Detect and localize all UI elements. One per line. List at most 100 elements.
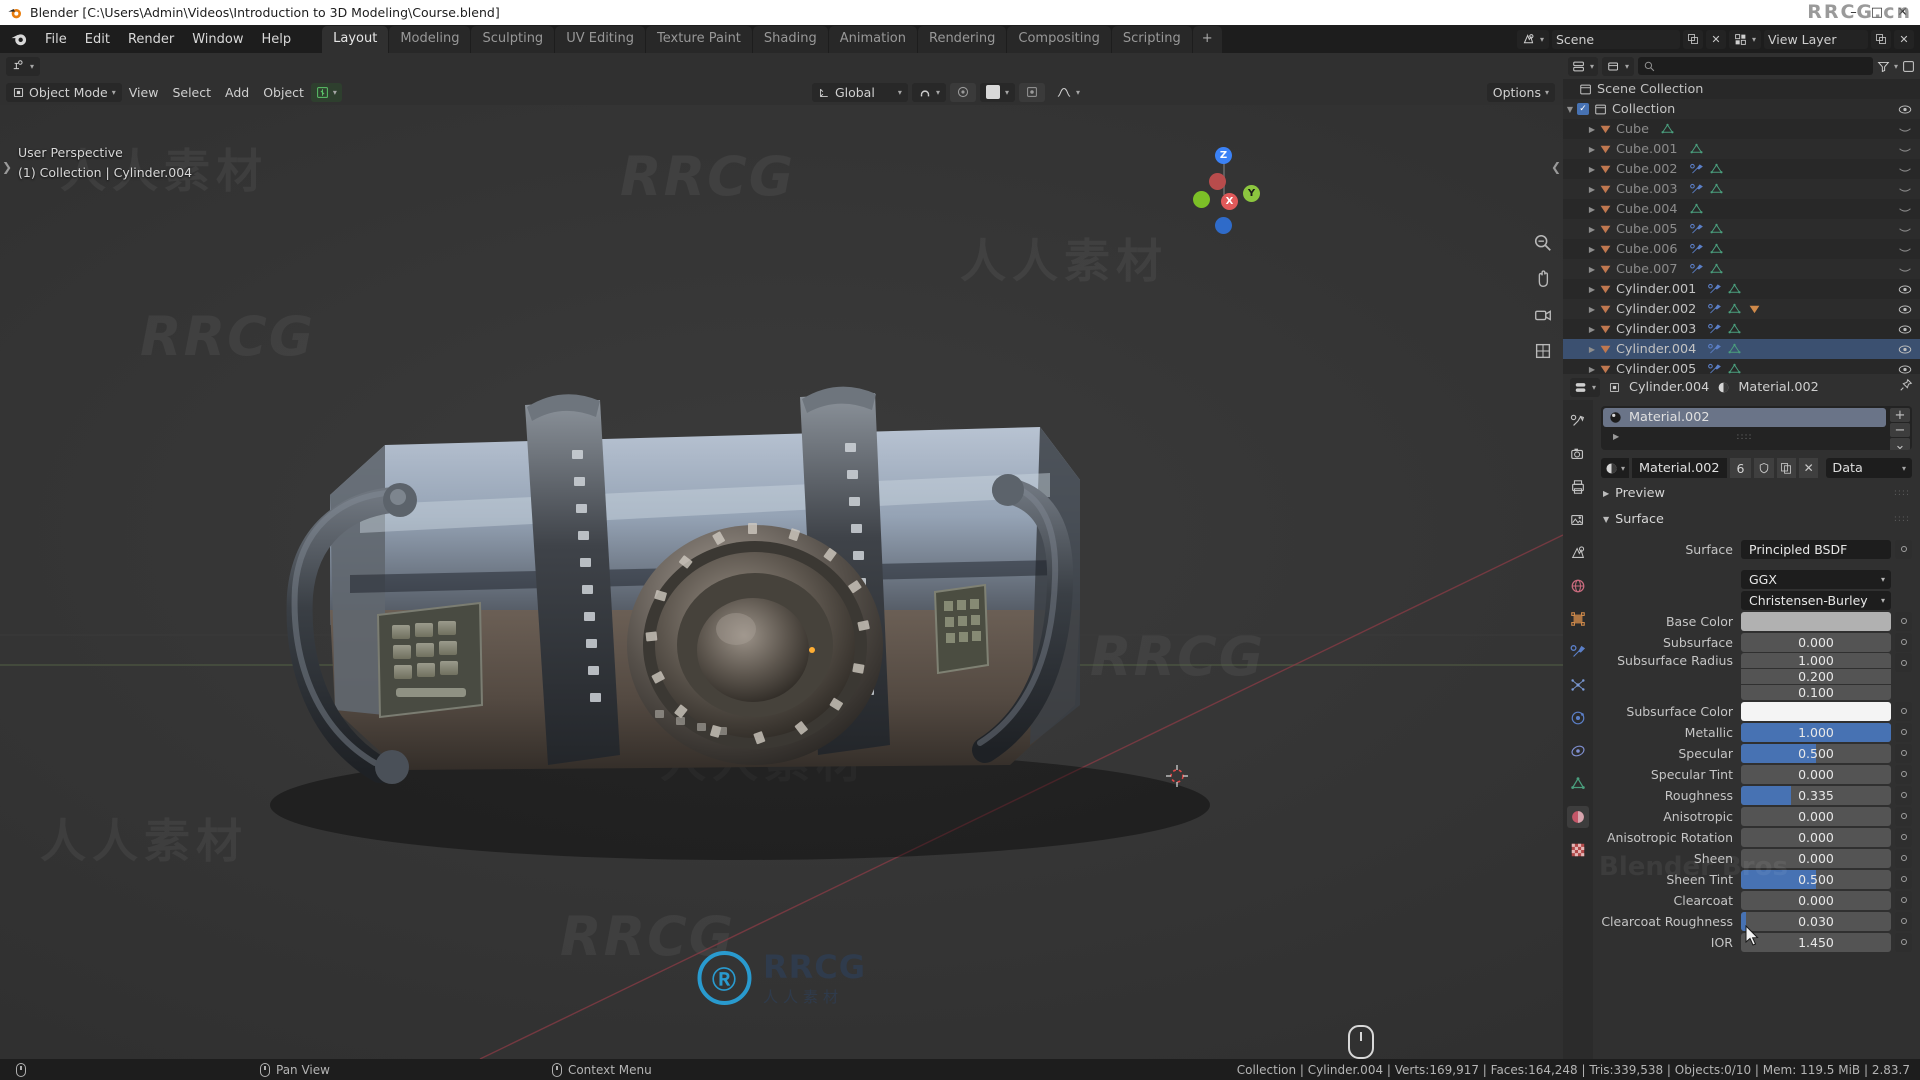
menu-window[interactable]: Window bbox=[183, 29, 252, 50]
transform-orientation-dropdown[interactable]: Global ▾ bbox=[811, 82, 908, 102]
material-link-dropdown[interactable]: Data ▾ bbox=[1826, 458, 1913, 478]
object-visibility-toggle[interactable] bbox=[1898, 224, 1912, 235]
disclosure-triangle-icon[interactable]: ▶ bbox=[1585, 185, 1599, 194]
disclosure-triangle-icon[interactable]: ▶ bbox=[1585, 125, 1599, 134]
property-socket-icon[interactable] bbox=[1895, 722, 1912, 742]
object-visibility-toggle[interactable] bbox=[1898, 284, 1912, 295]
outliner-row-object[interactable]: ▶ Cylinder.003 bbox=[1563, 319, 1920, 339]
property-value-field[interactable]: 0.100 bbox=[1741, 685, 1891, 700]
property-slider[interactable]: 0.000 bbox=[1741, 632, 1891, 652]
outliner-row-object[interactable]: ▶ Cube.004 bbox=[1563, 199, 1920, 219]
breadcrumb-material-label[interactable]: Material.002 bbox=[1738, 380, 1818, 395]
material-user-count[interactable]: 6 bbox=[1729, 458, 1752, 478]
outliner-row-object[interactable]: ▶ Cube.002 bbox=[1563, 159, 1920, 179]
properties-editor[interactable]: ▾ Cylinder.004 Material.002 Material.002… bbox=[1563, 374, 1920, 1059]
property-socket-icon[interactable] bbox=[1895, 701, 1912, 721]
subsurface-method-dropdown[interactable]: Christensen-Burley ▾ bbox=[1741, 590, 1891, 610]
property-slider[interactable]: 1.000 bbox=[1741, 722, 1891, 742]
filter-icon[interactable] bbox=[1877, 60, 1890, 73]
outliner-row-object[interactable]: ▶ Cylinder.004 bbox=[1563, 339, 1920, 359]
menu-edit[interactable]: Edit bbox=[76, 29, 119, 50]
disclosure-triangle-icon[interactable]: ▶ bbox=[1585, 245, 1599, 254]
material-slot-menu-button[interactable]: ⌄ bbox=[1890, 438, 1910, 450]
pin-icon[interactable] bbox=[1899, 378, 1913, 396]
tab-shading[interactable]: Shading bbox=[752, 26, 828, 53]
disclosure-triangle-icon[interactable]: ▶ bbox=[1613, 432, 1619, 441]
property-socket-icon[interactable] bbox=[1895, 785, 1912, 805]
disclosure-triangle-icon[interactable]: ▶ bbox=[1585, 205, 1599, 214]
disclosure-triangle-icon[interactable]: ▶ bbox=[1585, 365, 1599, 374]
tab-particles[interactable] bbox=[1567, 674, 1589, 696]
editor-type-selector[interactable]: ▾ bbox=[6, 56, 41, 76]
add-workspace-button[interactable]: + bbox=[1192, 26, 1222, 53]
object-visibility-toggle[interactable] bbox=[1898, 124, 1912, 135]
property-slider[interactable]: 0.030 bbox=[1741, 911, 1891, 931]
tab-world[interactable] bbox=[1567, 575, 1589, 597]
menu-file[interactable]: File bbox=[36, 29, 76, 50]
zoom-icon[interactable] bbox=[1530, 230, 1556, 256]
breadcrumb-object-label[interactable]: Cylinder.004 bbox=[1629, 380, 1709, 395]
tab-view-layer[interactable] bbox=[1567, 509, 1589, 531]
tab-output[interactable] bbox=[1567, 476, 1589, 498]
outliner-row-object[interactable]: ▶ Cube.005 bbox=[1563, 219, 1920, 239]
tab-modifiers[interactable] bbox=[1567, 641, 1589, 663]
disclosure-triangle-icon[interactable]: ▶ bbox=[1585, 325, 1599, 334]
view-layer-name-field[interactable]: View Layer bbox=[1764, 29, 1868, 49]
remove-view-layer-button[interactable]: ✕ bbox=[1894, 29, 1914, 49]
property-socket-icon[interactable] bbox=[1895, 764, 1912, 784]
color-swatch[interactable] bbox=[1741, 611, 1891, 631]
snap-toggle-button[interactable]: ▾ bbox=[911, 82, 946, 102]
mesh-select-mode-button[interactable]: ▾ bbox=[310, 82, 342, 102]
scene-name-field[interactable]: Scene bbox=[1551, 29, 1680, 49]
tab-scripting[interactable]: Scripting bbox=[1111, 26, 1192, 53]
properties-editor-type-dropdown[interactable]: ▾ bbox=[1570, 377, 1601, 397]
property-socket-icon[interactable] bbox=[1895, 932, 1912, 952]
surface-shader-socket-icon[interactable] bbox=[1895, 539, 1912, 559]
pan-hand-icon[interactable] bbox=[1530, 266, 1556, 292]
add-material-slot-button[interactable]: + bbox=[1890, 408, 1910, 423]
outliner-row-object[interactable]: ▶ Cube bbox=[1563, 119, 1920, 139]
maximize-button[interactable]: □ bbox=[1871, 6, 1883, 19]
tab-render[interactable] bbox=[1567, 443, 1589, 465]
property-slider[interactable]: 0.000 bbox=[1741, 827, 1891, 847]
new-material-icon[interactable] bbox=[1776, 458, 1797, 478]
property-socket-icon[interactable] bbox=[1895, 611, 1912, 631]
tab-sculpting[interactable]: Sculpting bbox=[471, 26, 555, 53]
disclosure-triangle-icon[interactable]: ▶ bbox=[1585, 305, 1599, 314]
object-visibility-toggle[interactable] bbox=[1898, 344, 1912, 355]
scene-browse-dropdown[interactable]: ▾ bbox=[1516, 29, 1549, 49]
tab-compositing[interactable]: Compositing bbox=[1007, 26, 1111, 53]
collection-checkbox[interactable]: ✓ bbox=[1577, 103, 1589, 115]
camera-view-icon[interactable] bbox=[1530, 302, 1556, 328]
disclosure-triangle-icon[interactable]: ▼ bbox=[1563, 105, 1577, 114]
color-swatch[interactable] bbox=[1741, 701, 1891, 721]
tab-modeling[interactable]: Modeling bbox=[389, 26, 471, 53]
disclosure-triangle-icon[interactable]: ▶ bbox=[1585, 145, 1599, 154]
outliner-search-input[interactable] bbox=[1638, 57, 1873, 75]
collection-visibility-toggle[interactable] bbox=[1898, 104, 1912, 115]
disclosure-triangle-icon[interactable]: ▶ bbox=[1585, 265, 1599, 274]
gizmo-axis-neg-x[interactable] bbox=[1209, 173, 1226, 190]
property-slider[interactable]: 0.000 bbox=[1741, 806, 1891, 826]
close-button[interactable]: ✕ bbox=[1897, 6, 1908, 19]
fake-user-icon[interactable] bbox=[1754, 458, 1774, 478]
property-socket-icon[interactable] bbox=[1895, 848, 1912, 868]
surface-shader-dropdown[interactable]: Principled BSDF bbox=[1741, 539, 1891, 559]
property-socket-icon[interactable] bbox=[1895, 653, 1912, 672]
grip-dots-icon[interactable]: :::: bbox=[1736, 432, 1752, 442]
property-socket-icon[interactable] bbox=[1895, 911, 1912, 931]
property-slider[interactable]: 0.335 bbox=[1741, 785, 1891, 805]
toolbar-expand-arrow-icon[interactable]: ❯ bbox=[2, 160, 12, 174]
3d-viewport[interactable]: ▾ Object Mode ▾ View Select Add Object ▾… bbox=[0, 53, 1563, 1059]
viewport-canvas[interactable]: 人人素材 RRCG 人人素材 RRCG 人人素材 RRCG 人人素材 RRCG bbox=[0, 105, 1563, 1059]
remove-material-slot-button[interactable]: − bbox=[1890, 423, 1910, 438]
options-dropdown[interactable]: Options ▾ bbox=[1486, 82, 1555, 102]
tab-rendering[interactable]: Rendering bbox=[918, 26, 1007, 53]
object-visibility-toggle[interactable] bbox=[1898, 144, 1912, 155]
gizmo-axis-x[interactable]: X bbox=[1221, 193, 1238, 210]
property-value-field[interactable]: 0.200 bbox=[1741, 669, 1891, 684]
minimize-button[interactable]: – bbox=[1850, 6, 1857, 19]
browse-material-dropdown[interactable]: ▾ bbox=[1601, 458, 1630, 478]
object-visibility-toggle[interactable] bbox=[1898, 204, 1912, 215]
material-slot-expander-row[interactable]: ▶ :::: bbox=[1603, 427, 1886, 446]
